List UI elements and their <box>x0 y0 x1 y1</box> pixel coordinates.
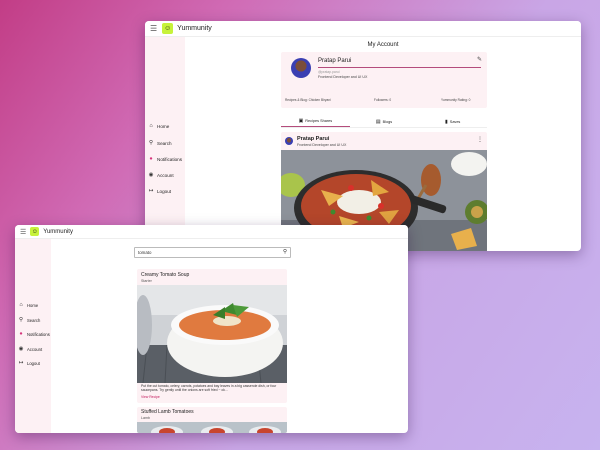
recipe-image <box>137 285 287 383</box>
sidebar-item-search[interactable]: ⚲ Search <box>18 317 40 323</box>
account-icon: ◉ <box>18 346 24 352</box>
recipe-category: Starter <box>141 279 152 283</box>
search-window: ☰ ☺ Yummunity ⌂ Home ⚲ Search ● Notifica… <box>15 225 408 433</box>
tab-label: Recipes Shares <box>305 119 333 123</box>
search-input[interactable]: tomato ⚲ <box>134 247 291 258</box>
search-icon[interactable]: ⚲ <box>283 249 287 255</box>
sidebar-item-label: Home <box>157 123 170 129</box>
sidebar-item-notifications[interactable]: ● Notifications <box>18 331 50 337</box>
recipe-result-card[interactable]: Creamy Tomato Soup Starter Put the cut t… <box>137 269 287 403</box>
search-content: tomato ⚲ Creamy Tomato Soup Starter Put … <box>51 239 408 433</box>
post-avatar <box>285 137 293 145</box>
profile-divider <box>318 67 481 68</box>
sidebar-item-label: Home <box>27 302 39 308</box>
profile-stat-rating: Yummunity Rating: 0 <box>441 98 471 102</box>
search-icon: ⚲ <box>18 317 24 323</box>
recipe-icon: ▣ <box>298 118 304 124</box>
sidebar-item-home[interactable]: ⌂ Home <box>148 123 169 129</box>
profile-role: Frontend Developer and UI UX <box>318 75 368 79</box>
tab-label: Blogs <box>382 119 393 124</box>
app-name: Yummunity <box>177 25 212 32</box>
tab-saves[interactable]: ▮ Saves <box>418 116 487 127</box>
sidebar-item-label: Logout <box>157 188 172 194</box>
more-options-icon[interactable]: ⋮ <box>477 136 483 143</box>
notification-icon: ● <box>19 331 23 337</box>
tab-recipes-shares[interactable]: ▣ Recipes Shares <box>281 116 350 127</box>
home-icon: ⌂ <box>19 302 23 308</box>
logo-icon[interactable]: ☺ <box>30 227 40 236</box>
account-window: ☰ ☺ Yummunity ⌂ Home ⚲ Search ● Notifica… <box>145 21 581 251</box>
post-author: Pratap Parui <box>297 136 330 142</box>
sidebar-item-label: Notifications <box>27 331 50 337</box>
sidebar-item-label: Logout <box>27 360 40 366</box>
top-app-bar: ☰ ☺ Yummunity <box>145 21 581 37</box>
blog-icon: ▤ <box>375 118 381 125</box>
sidebar-item-label: Notifications <box>157 156 183 162</box>
menu-icon[interactable]: ☰ <box>20 228 26 236</box>
search-query: tomato <box>138 250 152 255</box>
profile-handle: @pratap.parui <box>318 70 340 74</box>
sidebar-item-logout[interactable]: ↦ Logout <box>18 360 40 366</box>
recipe-description: Put the cut tomato, celery, carrots, pot… <box>141 384 277 393</box>
logout-icon: ↦ <box>18 360 24 366</box>
sidebar-item-account[interactable]: ◉ Account <box>148 172 174 178</box>
profile-name: Pratap Parui <box>318 58 352 64</box>
tab-label: Saves <box>449 119 461 124</box>
page-title: My Account <box>367 42 399 48</box>
recipe-image <box>137 422 287 433</box>
sidebar: ⌂ Home ⚲ Search ● Notifications ◉ Accoun… <box>15 239 51 433</box>
top-app-bar: ☰ ☺ Yummunity <box>15 225 408 239</box>
notification-icon: ● <box>149 156 153 162</box>
account-icon: ◉ <box>148 172 154 178</box>
edit-icon[interactable]: ✎ <box>477 56 482 63</box>
sidebar-item-label: Account <box>27 346 43 352</box>
profile-tabs: ▣ Recipes Shares ▤ Blogs ▮ Saves <box>281 116 487 128</box>
account-content: My Account Pratap Parui @pratap.parui Fr… <box>185 37 581 251</box>
bookmark-icon: ▮ <box>445 118 448 125</box>
home-icon: ⌂ <box>149 123 153 129</box>
recipe-title: Creamy Tomato Soup <box>141 272 190 278</box>
sidebar-item-label: Search <box>27 317 41 323</box>
app-name: Yummunity <box>43 228 73 235</box>
recipe-category: Lamb <box>141 416 150 420</box>
sidebar-item-account[interactable]: ◉ Account <box>18 346 43 352</box>
search-icon: ⚲ <box>148 140 154 146</box>
logo-icon[interactable]: ☺ <box>162 23 174 34</box>
post-author-role: Frontend Developer and UI UX <box>297 143 347 147</box>
profile-stat-followers: Followers: 0 <box>374 98 392 102</box>
sidebar-item-label: Search <box>157 140 172 146</box>
menu-icon[interactable]: ☰ <box>150 24 157 33</box>
profile-card: Pratap Parui @pratap.parui Frontend Deve… <box>281 52 487 108</box>
sidebar-item-notifications[interactable]: ● Notifications <box>148 156 182 162</box>
logout-icon: ↦ <box>148 188 154 194</box>
sidebar: ⌂ Home ⚲ Search ● Notifications ◉ Accoun… <box>145 37 185 251</box>
profile-stat-recipes: Recipes & Blog: Chicken Biryani <box>285 98 331 102</box>
avatar[interactable] <box>291 58 311 78</box>
tab-blogs[interactable]: ▤ Blogs <box>350 116 419 127</box>
recipe-result-card[interactable]: Stuffed Lamb Tomatoes Lamb <box>137 407 287 433</box>
sidebar-item-label: Account <box>157 172 174 178</box>
sidebar-item-logout[interactable]: ↦ Logout <box>148 188 171 194</box>
view-recipe-link[interactable]: View Recipe <box>141 395 160 399</box>
sidebar-item-home[interactable]: ⌂ Home <box>18 302 38 308</box>
recipe-title: Stuffed Lamb Tomatoes <box>141 409 194 415</box>
sidebar-item-search[interactable]: ⚲ Search <box>148 140 172 146</box>
